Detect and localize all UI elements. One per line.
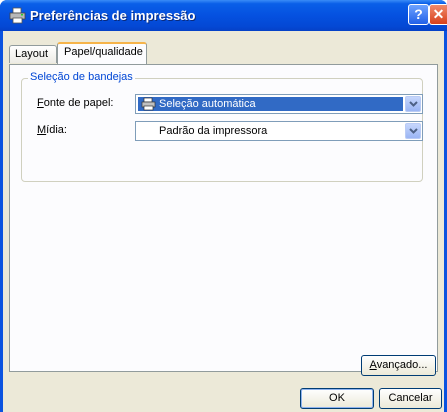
chevron-down-icon[interactable] (405, 123, 421, 139)
window-title: Preferências de impressão (30, 8, 196, 23)
group-legend: Seleção de bandejas (28, 71, 135, 83)
printer-icon (141, 97, 156, 111)
tab-panel: Seleção de bandejas Fonte de papel: Sele… (9, 64, 438, 376)
cancel-button[interactable]: Cancelar (379, 388, 442, 409)
help-button[interactable]: ? (408, 4, 429, 25)
printer-icon (9, 7, 26, 24)
paper-source-value: Seleção automática (159, 98, 256, 110)
print-preferences-window: Preferências de impressão ? ✕ Layout Pap… (0, 0, 447, 412)
close-button[interactable]: ✕ (429, 4, 447, 25)
media-value: Padrão da impressora (159, 125, 268, 137)
title-bar[interactable]: Preferências de impressão ? ✕ (0, 0, 447, 31)
chevron-down-icon[interactable] (405, 96, 421, 112)
media-label: Mídia: (37, 124, 67, 136)
ok-button[interactable]: OK (300, 388, 374, 409)
tab-paper-quality[interactable]: Papel/qualidade (57, 42, 147, 64)
paper-source-label: Fonte de papel: (37, 97, 114, 109)
tray-selection-group: Seleção de bandejas Fonte de papel: Sele… (21, 71, 423, 182)
tab-layout[interactable]: Layout (9, 45, 57, 63)
advanced-button[interactable]: Avançado... (361, 355, 436, 376)
media-select[interactable]: Padrão da impressora (135, 121, 423, 141)
paper-source-select[interactable]: Seleção automática (135, 94, 423, 114)
dialog-client: Layout Papel/qualidade Seleção de bandej… (3, 31, 444, 412)
